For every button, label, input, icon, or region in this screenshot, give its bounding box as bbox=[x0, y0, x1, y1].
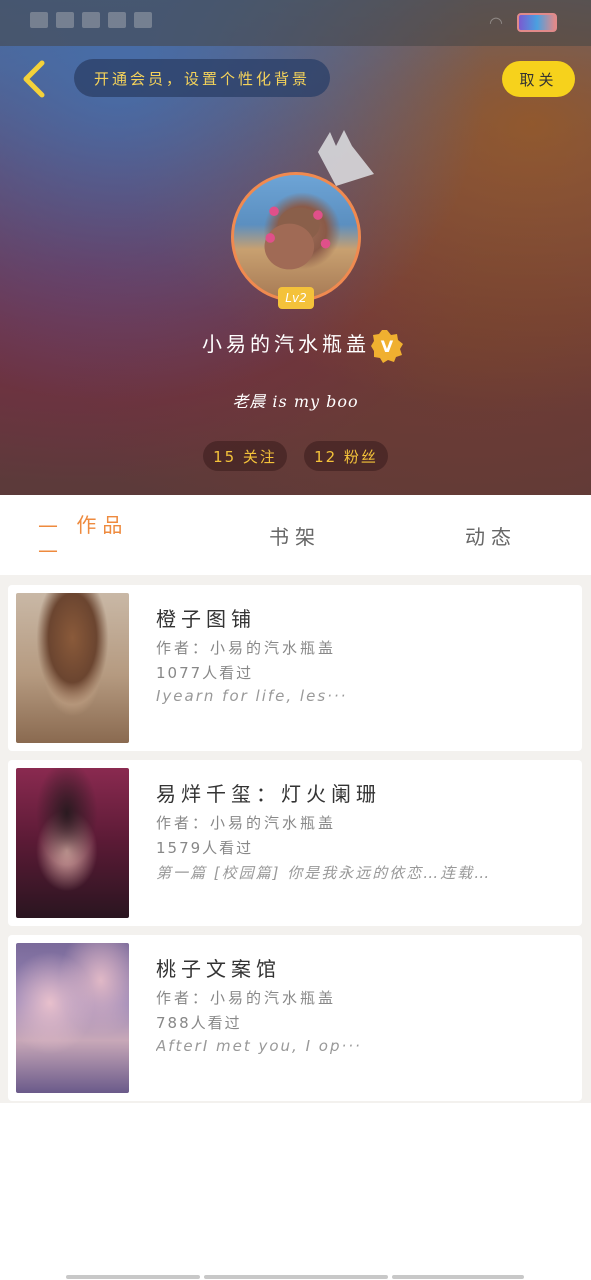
signature: 老晨 is my boo bbox=[232, 392, 359, 411]
tab-moments[interactable]: 动态 bbox=[446, 515, 536, 555]
work-title: 易烊千玺：灯火阑珊 bbox=[156, 782, 381, 806]
verified-icon: V bbox=[371, 330, 403, 363]
work-title: 橙子图铺 bbox=[156, 607, 256, 631]
status-bar: ◠ bbox=[0, 0, 591, 46]
nav-indicator-center bbox=[204, 1275, 388, 1279]
work-views: 1077人看过 bbox=[156, 664, 254, 682]
work-card[interactable]: 桃子文案馆 作者：小易的汽水瓶盖 788人看过 AfterI met you, … bbox=[8, 935, 582, 1101]
work-author: 作者：小易的汽水瓶盖 bbox=[156, 814, 337, 832]
nickname: 小易的汽水瓶盖 bbox=[202, 332, 370, 356]
battery-icon bbox=[517, 13, 557, 32]
back-button[interactable] bbox=[14, 56, 54, 102]
work-views: 788人看过 bbox=[156, 1014, 242, 1032]
status-icons bbox=[30, 12, 152, 28]
work-cover-image bbox=[16, 943, 129, 1093]
followers-count[interactable]: 12 粉丝 bbox=[304, 441, 388, 471]
work-card[interactable]: 橙子图铺 作者：小易的汽水瓶盖 1077人看过 Iyearn for life,… bbox=[8, 585, 582, 751]
vip-background-banner[interactable]: 开通会员，设置个性化背景 bbox=[74, 59, 330, 97]
work-views: 1579人看过 bbox=[156, 839, 254, 857]
work-card[interactable]: 易烊千玺：灯火阑珊 作者：小易的汽水瓶盖 1579人看过 第一篇 [校园篇] 你… bbox=[8, 760, 582, 926]
work-description: Iyearn for life, les··· bbox=[156, 687, 348, 705]
unfollow-button[interactable]: 取关 bbox=[502, 61, 575, 97]
nav-indicator-left bbox=[66, 1275, 200, 1279]
back-arrow-icon bbox=[23, 60, 45, 98]
avatar[interactable] bbox=[231, 172, 361, 302]
profile-tabs: — 作品 — 书架 动态 bbox=[0, 495, 591, 575]
avatar-image bbox=[264, 206, 331, 270]
work-description: AfterI met you, I op··· bbox=[156, 1037, 362, 1055]
level-badge: Lv2 bbox=[278, 287, 314, 309]
work-author: 作者：小易的汽水瓶盖 bbox=[156, 639, 337, 657]
work-cover-image bbox=[16, 593, 129, 743]
work-title: 桃子文案馆 bbox=[156, 957, 281, 981]
tab-bookshelf[interactable]: 书架 bbox=[250, 515, 340, 555]
following-count[interactable]: 15 关注 bbox=[203, 441, 287, 471]
wifi-icon: ◠ bbox=[489, 13, 503, 32]
nav-indicator-right bbox=[392, 1275, 524, 1279]
work-cover-image bbox=[16, 768, 129, 918]
work-author: 作者：小易的汽水瓶盖 bbox=[156, 989, 337, 1007]
work-description: 第一篇 [校园篇] 你是我永远的依恋…连载… bbox=[156, 864, 492, 882]
tab-works[interactable]: — 作品 — bbox=[38, 513, 160, 562]
svg-text:V: V bbox=[381, 337, 394, 356]
profile-header: ◠ 开通会员，设置个性化背景 取关 Lv2 小易的汽水瓶盖 V 老晨 is my… bbox=[0, 0, 591, 495]
